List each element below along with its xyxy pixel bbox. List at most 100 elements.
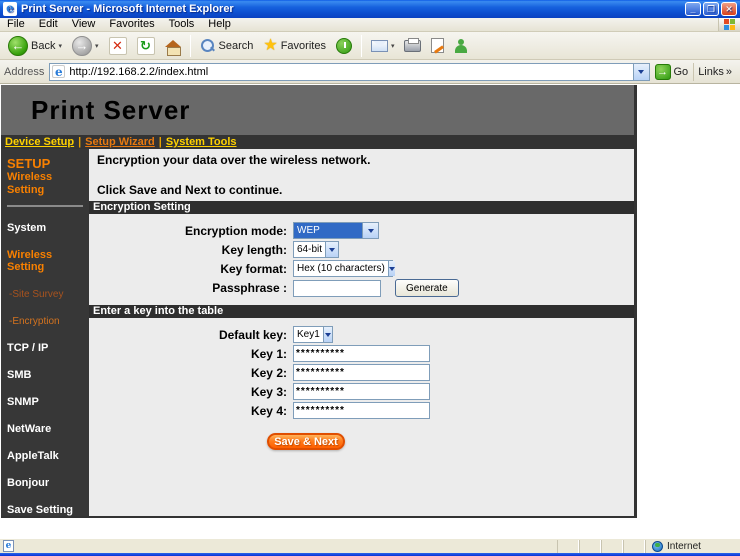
nav-separator: | [159, 136, 162, 148]
stop-icon: ✕ [109, 37, 127, 55]
stop-button[interactable]: ✕ [105, 36, 131, 56]
window-title: Print Server - Microsoft Internet Explor… [21, 3, 685, 15]
history-button[interactable] [332, 37, 356, 55]
page-title: Print Server [1, 95, 190, 126]
windows-logo-icon [718, 18, 740, 31]
section-header-key-table: Enter a key into the table [89, 305, 634, 318]
mail-dropdown-icon[interactable]: ▾ [391, 42, 395, 50]
forward-icon: → [72, 36, 92, 56]
toolbar-separator [361, 35, 362, 57]
print-server-page: Print Server Device Setup | Setup Wizard… [1, 85, 637, 518]
encryption-mode-select[interactable]: WEP [293, 222, 379, 239]
forward-dropdown-icon[interactable]: ▾ [95, 42, 99, 50]
menu-tools[interactable]: Tools [162, 18, 202, 31]
sidebar-item-tcp-ip[interactable]: TCP / IP [7, 342, 89, 354]
key3-input[interactable] [293, 383, 430, 400]
sidebar-item-appletalk[interactable]: AppleTalk [7, 450, 89, 462]
back-button[interactable]: ← Back ▾ [4, 35, 66, 57]
chevron-down-icon[interactable] [325, 242, 338, 257]
intro-line-2: Click Save and Next to continue. [97, 183, 634, 197]
messenger-icon [454, 39, 468, 53]
sidebar: SETUP Wireless Setting System Wireless S… [1, 149, 89, 516]
default-key-select[interactable]: Key1 [293, 326, 333, 343]
sidebar-item-netware[interactable]: NetWare [7, 423, 89, 435]
mail-icon [371, 40, 388, 52]
links-label: Links [698, 66, 724, 78]
sidebar-item-bonjour[interactable]: Bonjour [7, 477, 89, 489]
print-button[interactable] [400, 39, 425, 53]
key-table-form: Default key: Key1 Key 1: Key 2: [89, 318, 634, 456]
sidebar-item-snmp[interactable]: SNMP [7, 396, 89, 408]
refresh-button[interactable]: ↻ [133, 36, 159, 56]
section-header-encryption-setting: Encryption Setting [89, 201, 634, 214]
search-label: Search [219, 40, 254, 52]
key-format-select[interactable]: Hex (10 characters) [293, 260, 393, 277]
sidebar-divider [7, 205, 83, 207]
minimize-button[interactable]: _ [685, 2, 701, 16]
menu-favorites[interactable]: Favorites [102, 18, 161, 31]
messenger-button[interactable] [450, 38, 472, 54]
ie-logo-icon: e [3, 2, 17, 16]
sidebar-heading-setup: SETUP [7, 157, 89, 171]
sidebar-item-smb[interactable]: SMB [7, 369, 89, 381]
sidebar-item-wireless-setting[interactable]: Wireless Setting [7, 249, 89, 273]
nav-device-setup[interactable]: Device Setup [5, 136, 74, 148]
key2-label: Key 2: [89, 366, 293, 380]
menu-view[interactable]: View [65, 18, 103, 31]
address-dropdown-button[interactable] [633, 64, 649, 80]
edit-button[interactable] [427, 37, 448, 54]
chevron-down-icon[interactable] [362, 223, 378, 238]
key3-label: Key 3: [89, 385, 293, 399]
refresh-icon: ↻ [137, 37, 155, 55]
page-viewport: Print Server Device Setup | Setup Wizard… [0, 84, 740, 538]
encryption-mode-label: Encryption mode: [89, 224, 293, 238]
maximize-button[interactable]: ❐ [703, 2, 719, 16]
chevron-down-icon[interactable] [388, 261, 395, 276]
address-bar: Address e http://192.168.2.2/index.html … [0, 60, 740, 84]
key4-label: Key 4: [89, 404, 293, 418]
key2-input[interactable] [293, 364, 430, 381]
nav-system-tools[interactable]: System Tools [166, 136, 237, 148]
go-label: Go [674, 66, 689, 78]
passphrase-input[interactable] [293, 280, 381, 297]
browser-window: e Print Server - Microsoft Internet Expl… [0, 0, 740, 556]
save-and-next-button[interactable]: Save & Next [267, 433, 345, 450]
links-chevron-icon: » [726, 66, 732, 78]
address-input[interactable]: e http://192.168.2.2/index.html [49, 63, 649, 81]
sidebar-item-save-setting[interactable]: Save Setting [7, 504, 89, 516]
menu-help[interactable]: Help [201, 18, 238, 31]
menu-edit[interactable]: Edit [32, 18, 65, 31]
toolbar-separator [190, 35, 191, 57]
address-url[interactable]: http://192.168.2.2/index.html [69, 66, 632, 78]
browser-toolbar: ← Back ▾ → ▾ ✕ ↻ Search ★ Favorites [0, 32, 740, 60]
intro-line-1: Encryption your data over the wireless n… [97, 153, 634, 167]
key4-input[interactable] [293, 402, 430, 419]
generate-button[interactable]: Generate [395, 279, 459, 297]
search-button[interactable]: Search [196, 37, 258, 55]
go-arrow-icon: → [655, 64, 671, 80]
sidebar-item-system[interactable]: System [7, 222, 89, 234]
home-button[interactable] [161, 43, 185, 48]
menu-file[interactable]: File [0, 18, 32, 31]
back-dropdown-icon[interactable]: ▾ [58, 42, 62, 50]
nav-setup-wizard[interactable]: Setup Wizard [85, 136, 155, 148]
forward-button[interactable]: → ▾ [68, 35, 103, 57]
mail-button[interactable]: ▾ [367, 39, 399, 53]
status-panel [623, 540, 645, 553]
top-navigation: Device Setup | Setup Wizard | System Too… [1, 135, 634, 149]
status-panel [557, 540, 579, 553]
search-icon [200, 38, 216, 54]
status-panel [579, 540, 601, 553]
close-button[interactable]: ✕ [721, 2, 737, 16]
key1-input[interactable] [293, 345, 430, 362]
go-button[interactable]: → Go [655, 64, 689, 80]
security-zone: Internet [645, 540, 740, 553]
links-button[interactable]: Links » [693, 63, 736, 81]
favorites-button[interactable]: ★ Favorites [259, 37, 330, 55]
document-icon: e [3, 540, 14, 552]
passphrase-label: Passphrase : [89, 281, 293, 295]
key-length-select[interactable]: 64-bit [293, 241, 339, 258]
chevron-down-icon[interactable] [323, 327, 332, 342]
sidebar-item-encryption[interactable]: -Encryption [7, 316, 89, 327]
sidebar-item-site-survey[interactable]: -Site Survey [7, 289, 89, 300]
